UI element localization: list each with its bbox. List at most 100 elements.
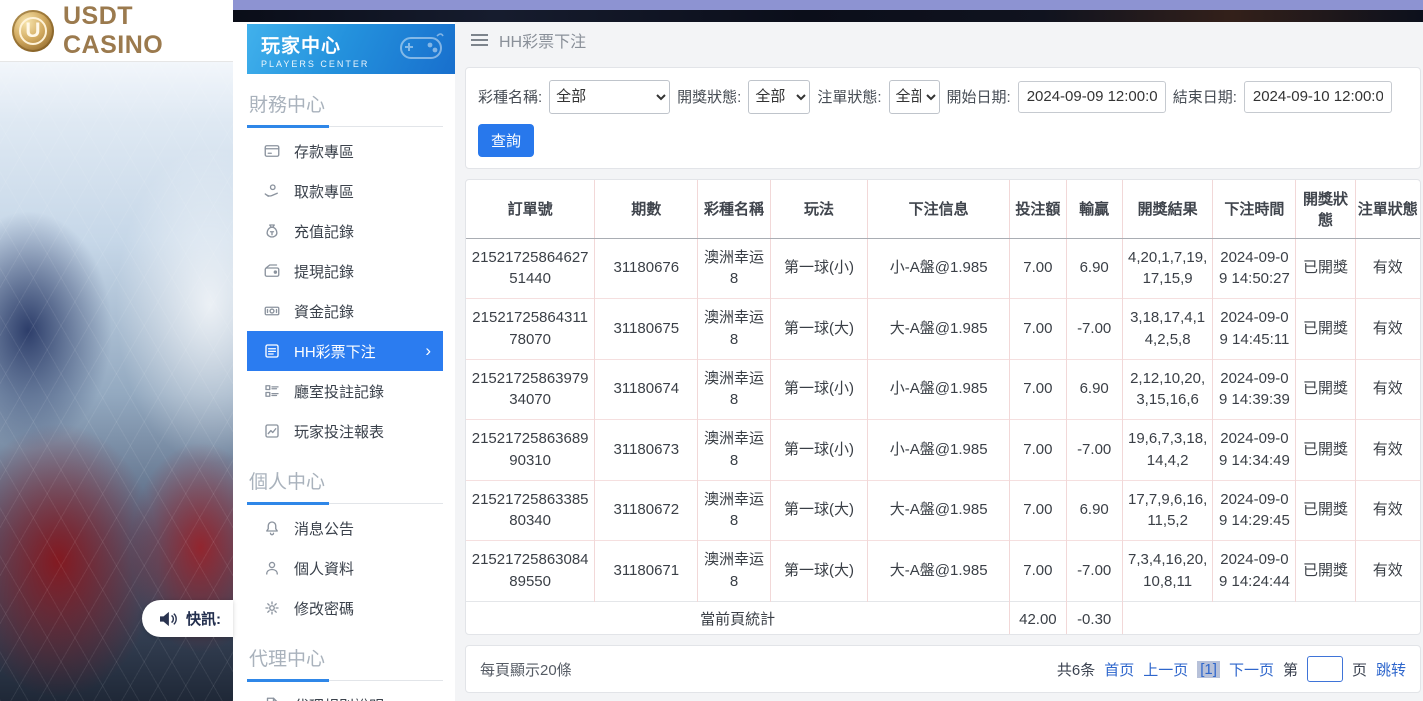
table-cell: 小-A盤@1.985 — [868, 359, 1010, 420]
chevron-right-icon: › — [425, 341, 431, 361]
table-cell: 2024-09-09 14:29:45 — [1213, 480, 1296, 541]
table-cell: 2152172586308489550 — [466, 541, 595, 602]
bets-table-panel: 訂單號期數彩種名稱玩法下注信息投注額輸贏開獎結果下注時間開獎狀態注單狀態 215… — [465, 179, 1421, 636]
top-lavender-strip — [233, 0, 1423, 10]
sidebar-item-label: 提現記錄 — [294, 261, 354, 282]
summary-row: 當前頁統計42.00-0.30 — [466, 601, 1420, 635]
table-cell: 7.00 — [1010, 299, 1066, 360]
draw-status-select[interactable]: 全部 — [748, 80, 810, 114]
table-row: 215217258633858034031180672澳洲幸运8第一球(大)大-… — [466, 480, 1420, 541]
table-cell: 31180673 — [595, 420, 698, 481]
column-header: 玩法 — [770, 180, 867, 239]
sidebar-item-label: 代理規則說明 — [294, 695, 384, 701]
table-cell: 有效 — [1355, 420, 1420, 481]
cashout-icon — [263, 262, 281, 280]
column-header: 輸贏 — [1066, 180, 1122, 239]
table-cell: 7.00 — [1010, 480, 1066, 541]
table-cell: 2152172586462751440 — [466, 238, 595, 299]
funds-icon — [263, 302, 281, 320]
players-center-banner: 玩家中心 PLAYERS CENTER — [247, 24, 455, 74]
table-row: 215217258630848955031180671澳洲幸运8第一球(大)大-… — [466, 541, 1420, 602]
sidebar-item-deposit[interactable]: 存款專區 — [247, 131, 443, 171]
filter-panel: 彩種名稱: 全部 開獎狀態: 全部 注單狀態: 全部 開始日期: 結束日期: 查… — [465, 67, 1421, 169]
ticker-label: 快訊: — [186, 608, 221, 629]
table-cell: -7.00 — [1066, 299, 1122, 360]
table-cell: 19,6,7,3,18,14,4,2 — [1122, 420, 1213, 481]
column-header: 注單狀態 — [1355, 180, 1420, 239]
table-cell: 小-A盤@1.985 — [868, 238, 1010, 299]
page-jump-input[interactable] — [1307, 656, 1343, 682]
table-cell: 3,18,17,4,14,2,5,8 — [1122, 299, 1213, 360]
summary-empty — [1122, 601, 1420, 635]
start-date-input[interactable] — [1018, 81, 1166, 113]
table-cell: 2152172586431178070 — [466, 299, 595, 360]
page-title: HH彩票下注 — [499, 28, 586, 52]
table-row: 215217258639793407031180674澳洲幸运8第一球(小)小-… — [466, 359, 1420, 420]
table-cell: 已開獎 — [1296, 238, 1355, 299]
sidebar-item-funds[interactable]: 資金記錄 — [247, 291, 443, 331]
table-cell: 17,7,9,6,16,11,5,2 — [1122, 480, 1213, 541]
top-dark-banner — [233, 10, 1423, 22]
jump-action-link[interactable]: 跳转 — [1376, 659, 1406, 680]
column-header: 期數 — [595, 180, 698, 239]
table-cell: 澳洲幸运8 — [698, 238, 771, 299]
column-header: 訂單號 — [466, 180, 595, 239]
sidebar-item-cashout[interactable]: 提現記錄 — [247, 251, 443, 291]
first-page-link[interactable]: 首页 — [1104, 659, 1134, 680]
table-cell: 7.00 — [1010, 420, 1066, 481]
table-cell: -7.00 — [1066, 420, 1122, 481]
sidebar-item-label: 廳室投註記錄 — [294, 381, 384, 402]
casino-ball-logo-icon: U — [12, 10, 54, 52]
sidebar-item-label: 充值記錄 — [294, 221, 354, 242]
bets-table: 訂單號期數彩種名稱玩法下注信息投注額輸贏開獎結果下注時間開獎狀態注單狀態 215… — [466, 180, 1420, 636]
sidebar-item-gear[interactable]: 修改密碼 — [247, 588, 443, 628]
table-cell: 2024-09-09 14:45:11 — [1213, 299, 1296, 360]
prev-page-link[interactable]: 上一页 — [1143, 659, 1188, 680]
next-page-link[interactable]: 下一页 — [1229, 659, 1274, 680]
table-cell: 第一球(小) — [770, 359, 867, 420]
table-cell: 2152172586397934070 — [466, 359, 595, 420]
news-ticker-button[interactable]: 快訊: — [142, 600, 233, 637]
column-header: 下注時間 — [1213, 180, 1296, 239]
table-cell: 小-A盤@1.985 — [868, 420, 1010, 481]
casino-logo-text[interactable]: USDT CASINO — [63, 2, 233, 60]
sidebar-item-doc[interactable]: 代理規則說明 — [247, 685, 443, 701]
table-cell: 大-A盤@1.985 — [868, 541, 1010, 602]
sidebar-item-label: 存款專區 — [294, 141, 354, 162]
table-cell: 有效 — [1355, 238, 1420, 299]
sidebar-item-user[interactable]: 個人資料 — [247, 548, 443, 588]
table-cell: 31180675 — [595, 299, 698, 360]
page-size-text: 每頁顯示20條 — [480, 659, 572, 680]
column-header: 下注信息 — [868, 180, 1010, 239]
table-cell: 31180674 — [595, 359, 698, 420]
query-button[interactable]: 查詢 — [478, 124, 534, 157]
sidebar-item-report[interactable]: 玩家投注報表 — [247, 411, 443, 451]
menu-toggle-icon[interactable] — [471, 34, 488, 46]
table-cell: 31180671 — [595, 541, 698, 602]
sidebar-item-recharge[interactable]: 充值記錄 — [247, 211, 443, 251]
table-cell: 7.00 — [1010, 541, 1066, 602]
order-status-select[interactable]: 全部 — [889, 80, 940, 114]
table-cell: 第一球(大) — [770, 299, 867, 360]
table-cell: 已開獎 — [1296, 541, 1355, 602]
end-date-input[interactable] — [1244, 81, 1392, 113]
lottery-type-select[interactable]: 全部 — [549, 80, 670, 114]
sidebar-item-label: 個人資料 — [294, 558, 354, 579]
table-cell: 31180676 — [595, 238, 698, 299]
order-status-label: 注單狀態: — [817, 86, 881, 107]
sidebar-item-bell[interactable]: 消息公告 — [247, 508, 443, 548]
table-cell: 2024-09-09 14:39:39 — [1213, 359, 1296, 420]
column-header: 開獎結果 — [1122, 180, 1213, 239]
end-date-label: 結束日期: — [1173, 86, 1237, 107]
jump-suffix: 页 — [1352, 659, 1367, 680]
recharge-icon — [263, 222, 281, 240]
table-cell: 已開獎 — [1296, 359, 1355, 420]
sidebar-item-lottery[interactable]: HH彩票下注› — [247, 331, 443, 371]
sidebar-item-label: 玩家投注報表 — [294, 421, 384, 442]
sidebar-item-withdraw[interactable]: 取款專區 — [247, 171, 443, 211]
gear-icon — [263, 599, 281, 617]
table-cell: 大-A盤@1.985 — [868, 299, 1010, 360]
sidebar-item-hall[interactable]: 廳室投註記錄 — [247, 371, 443, 411]
doc-icon — [263, 696, 281, 701]
pagination-bar: 每頁顯示20條 共6条 首页 上一页 [1] 下一页 第 页 跳转 — [465, 645, 1421, 693]
